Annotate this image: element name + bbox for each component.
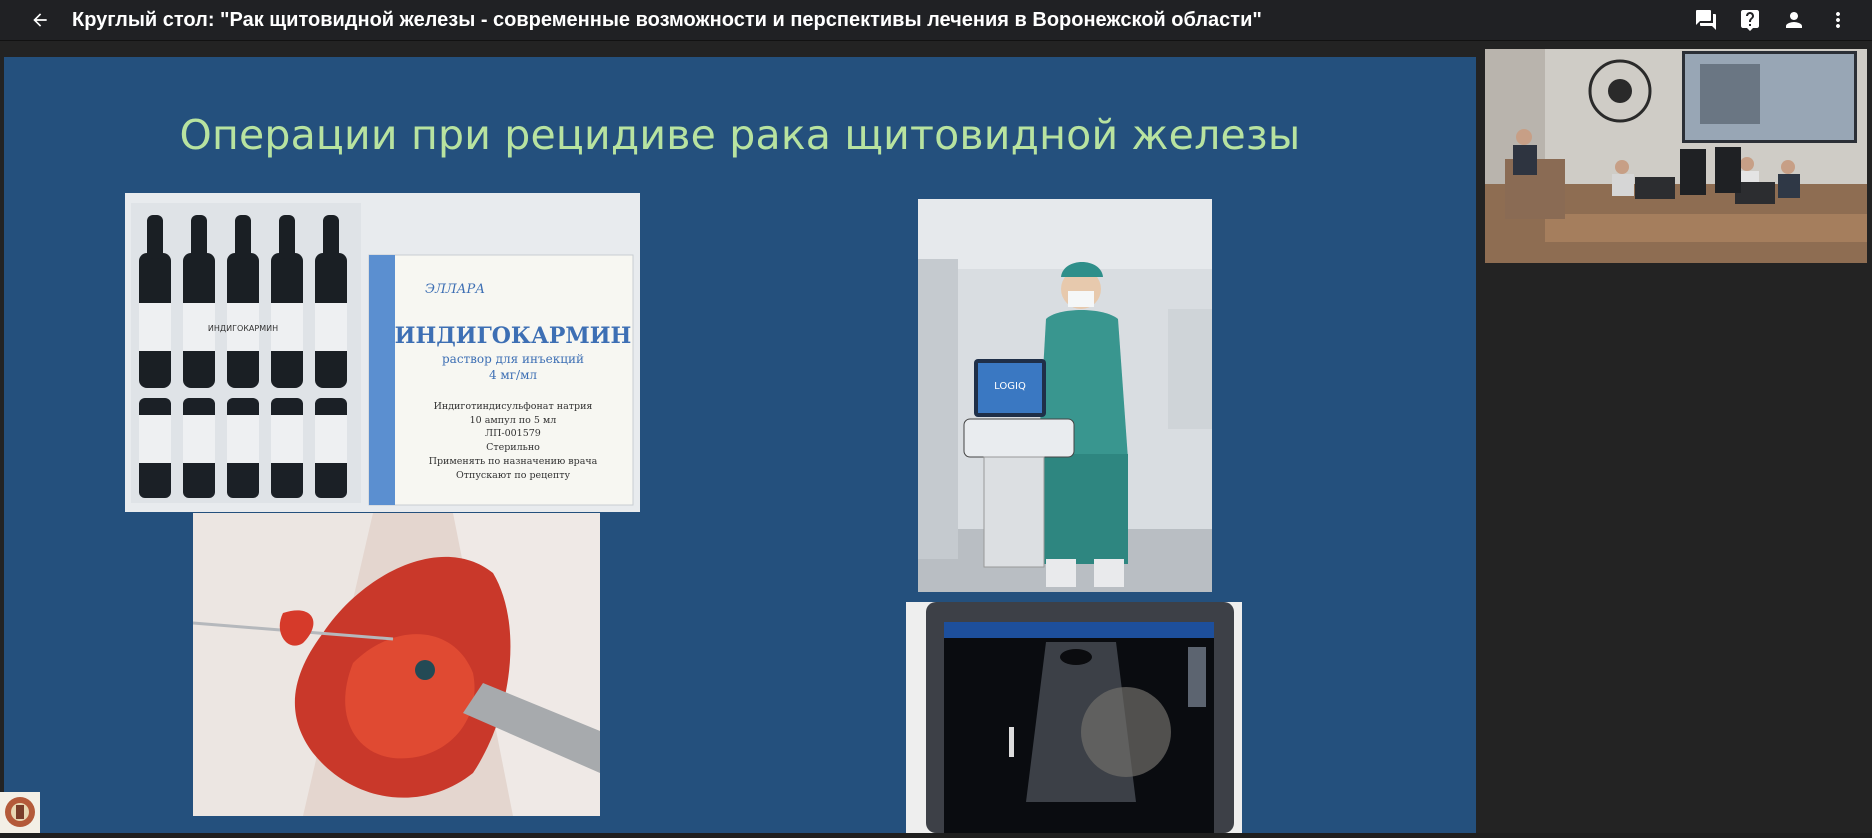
- header-actions: [1686, 0, 1858, 40]
- box-line-1: Индиготиндисульфонат натрия: [434, 401, 593, 412]
- ultrasound-screen-photo: [906, 602, 1242, 833]
- surgeon-with-ultrasound-photo: LOGIQ: [918, 199, 1212, 592]
- device-logo: LOGIQ: [994, 381, 1026, 392]
- box-line-5: Применять по назначению врача: [429, 456, 598, 467]
- box-line-3: ЛП-001579: [485, 428, 541, 439]
- more-vert-icon: [1836, 12, 1840, 28]
- video-stage: Операции при рецидиве рака щитовидной же…: [0, 41, 1872, 833]
- surgical-field-photo: [193, 513, 600, 816]
- ampoule-label: ИНДИГОКАРМИН: [208, 324, 278, 333]
- box-subtitle: раствор для инъекций: [442, 352, 584, 366]
- account-button[interactable]: [1774, 0, 1814, 40]
- box-line-2: 10 ампул по 5 мл: [470, 415, 557, 426]
- slide-title: Операции при рецидиве рака щитовидной же…: [179, 111, 1301, 159]
- back-button[interactable]: [20, 0, 60, 40]
- box-dose: 4 мг/мл: [489, 368, 537, 382]
- help-button[interactable]: [1730, 0, 1770, 40]
- channel-logo: [0, 792, 40, 833]
- box-line-6: Отпускают по рецепту: [456, 470, 571, 481]
- box-brand: ЭЛЛАРА: [425, 282, 485, 297]
- person-icon: [1786, 12, 1802, 28]
- box-name: ИНДИГОКАРМИН: [395, 323, 632, 349]
- stream-title: Круглый стол: "Рак щитовидной железы - с…: [72, 8, 1262, 31]
- indigocarmine-ampoules-photo: ИНДИГОКАРМИН ЭЛЛАРА ИНДИГОКАРМИН раствор…: [125, 193, 640, 512]
- chat-button[interactable]: [1686, 0, 1726, 40]
- conference-camera-feed: [1485, 49, 1867, 263]
- arrow-left-icon: [33, 13, 47, 27]
- top-app-bar: Круглый стол: "Рак щитовидной железы - с…: [0, 0, 1872, 41]
- box-line-4: Стерильно: [486, 442, 540, 453]
- more-button[interactable]: [1818, 0, 1858, 40]
- help-icon: [1741, 10, 1759, 31]
- presentation-slide: Операции при рецидиве рака щитовидной же…: [4, 57, 1476, 833]
- chat-icon: [1696, 10, 1716, 30]
